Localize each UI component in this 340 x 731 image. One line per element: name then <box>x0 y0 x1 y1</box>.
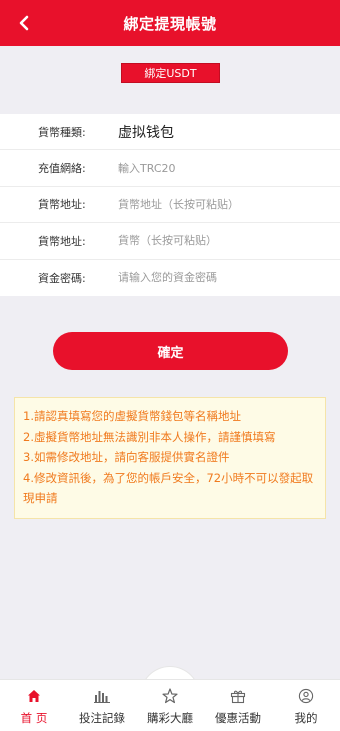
address-label: 貨幣地址: <box>38 198 86 212</box>
gift-icon <box>229 688 247 704</box>
tab-lottery-hall[interactable]: 購彩大廳 <box>136 680 204 731</box>
tab-label: 購彩大廳 <box>147 711 193 725</box>
tab-promotions[interactable]: 優惠活動 <box>204 680 272 731</box>
notice-line: 3.如需修改地址，請向客服提供實名證件 <box>23 450 230 464</box>
tab-label: 優惠活動 <box>215 711 261 725</box>
fund-password-row: 資金密碼: <box>0 260 340 296</box>
notice-line: 2.虛擬貨幣地址無法識別非本人操作，請謹慎填寫 <box>23 429 276 444</box>
bar-chart-icon <box>93 688 111 704</box>
tab-bet-records[interactable]: 投注記錄 <box>68 680 136 731</box>
network-input[interactable] <box>118 161 318 175</box>
notice-line: 1.請認真填寫您的虛擬貨幣錢包等名稱地址 <box>23 409 241 423</box>
bind-account-form: 貨幣種類: 虚拟钱包 充值網絡: 貨幣地址: 貨幣地址: 資金密碼: <box>0 114 340 296</box>
notice-line: 4.修改資訊後，為了您的帳戶安全，72小時不可以發起取現申請 <box>23 470 314 506</box>
star-icon <box>161 688 179 704</box>
network-label: 充值網絡: <box>38 162 86 176</box>
tab-home[interactable]: 首 页 <box>0 680 68 731</box>
back-button[interactable] <box>10 9 38 37</box>
home-icon <box>25 688 43 704</box>
tab-label: 首 页 <box>20 711 48 725</box>
fund-password-label: 資金密碼: <box>38 271 86 285</box>
address-confirm-input[interactable] <box>118 234 318 248</box>
currency-type-label: 貨幣種類: <box>38 125 86 139</box>
currency-type-value[interactable]: 虚拟钱包 <box>92 122 174 142</box>
header-bar: 綁定提現帳號 <box>0 0 340 46</box>
confirm-button[interactable]: 確定 <box>53 332 288 370</box>
notice-box: 1.請認真填寫您的虛擬貨幣錢包等名稱地址 2.虛擬貨幣地址無法識別非本人操作，請… <box>14 397 326 519</box>
currency-type-row: 貨幣種類: 虚拟钱包 <box>0 114 340 151</box>
network-row: 充值網絡: <box>0 150 340 187</box>
address-row: 貨幣地址: <box>0 187 340 224</box>
bind-usdt-button[interactable]: 綁定USDT <box>121 63 220 83</box>
fund-password-input[interactable] <box>118 271 318 285</box>
bottom-tab-bar: 首 页 投注記錄 購彩大廳 優惠活動 我的 <box>0 679 340 731</box>
tab-label: 投注記錄 <box>79 711 125 725</box>
tab-label: 我的 <box>294 711 318 725</box>
tab-profile[interactable]: 我的 <box>272 680 340 731</box>
address-confirm-row: 貨幣地址: <box>0 223 340 260</box>
chevron-left-icon <box>19 15 29 31</box>
page-title: 綁定提現帳號 <box>123 14 217 33</box>
user-icon <box>297 688 315 704</box>
address-input[interactable] <box>118 197 318 211</box>
address-confirm-label: 貨幣地址: <box>38 234 86 248</box>
